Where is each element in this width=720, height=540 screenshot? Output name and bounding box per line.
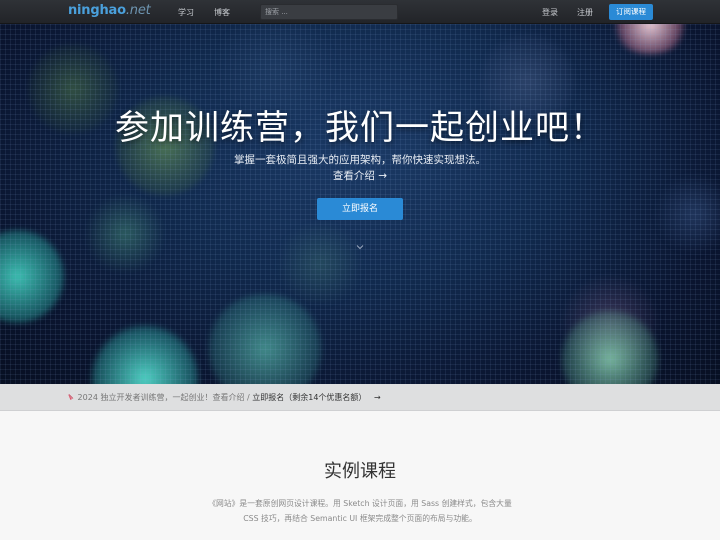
- announcement-bar: 2024 独立开发者训练营，一起创业！查看介绍 / 立即报名（剩余14个优惠名额…: [0, 384, 720, 411]
- view-intro-link[interactable]: 查看介绍 →: [0, 168, 720, 183]
- section-title: 实例课程: [324, 461, 396, 482]
- chevron-down-icon[interactable]: [355, 242, 365, 252]
- signup-now-button[interactable]: 立即报名: [317, 198, 403, 220]
- site-logo[interactable]: ninghao.net: [68, 3, 151, 18]
- hero-banner: 参加训练营，我们一起创业吧！ 掌握一套极简且强大的应用架构，帮你快速实现想法。 …: [0, 24, 720, 384]
- register-link[interactable]: 注册: [577, 7, 593, 18]
- hero-subtitle: 掌握一套极简且强大的应用架构，帮你快速实现想法。: [234, 154, 486, 166]
- announcement-signup-link[interactable]: 立即报名（剩余14个优惠名额）: [252, 393, 366, 402]
- section-description: 《网站》是一套原创网页设计课程。用 Sketch 设计页面，用 Sass 创建样…: [208, 499, 512, 523]
- login-link[interactable]: 登录: [542, 7, 558, 18]
- search-input[interactable]: [260, 4, 398, 20]
- hero-title: 参加训练营，我们一起创业吧！: [115, 108, 605, 148]
- logo-name: ninghao: [68, 3, 126, 18]
- top-navbar: ninghao.net 学习 博客 登录 注册 订阅课程: [0, 0, 720, 24]
- announcement-text: 2024 独立开发者训练营，一起创业！查看介绍 /: [77, 393, 253, 402]
- subscribe-button[interactable]: 订阅课程: [609, 4, 653, 20]
- arrow-right-icon[interactable]: →: [374, 393, 381, 402]
- logo-tld: .net: [125, 3, 151, 18]
- megaphone-icon: [68, 394, 74, 400]
- nav-link-learn[interactable]: 学习: [178, 7, 194, 18]
- examples-section: 实例课程 《网站》是一套原创网页设计课程。用 Sketch 设计页面，用 Sas…: [0, 411, 720, 540]
- nav-link-blog[interactable]: 博客: [214, 7, 230, 18]
